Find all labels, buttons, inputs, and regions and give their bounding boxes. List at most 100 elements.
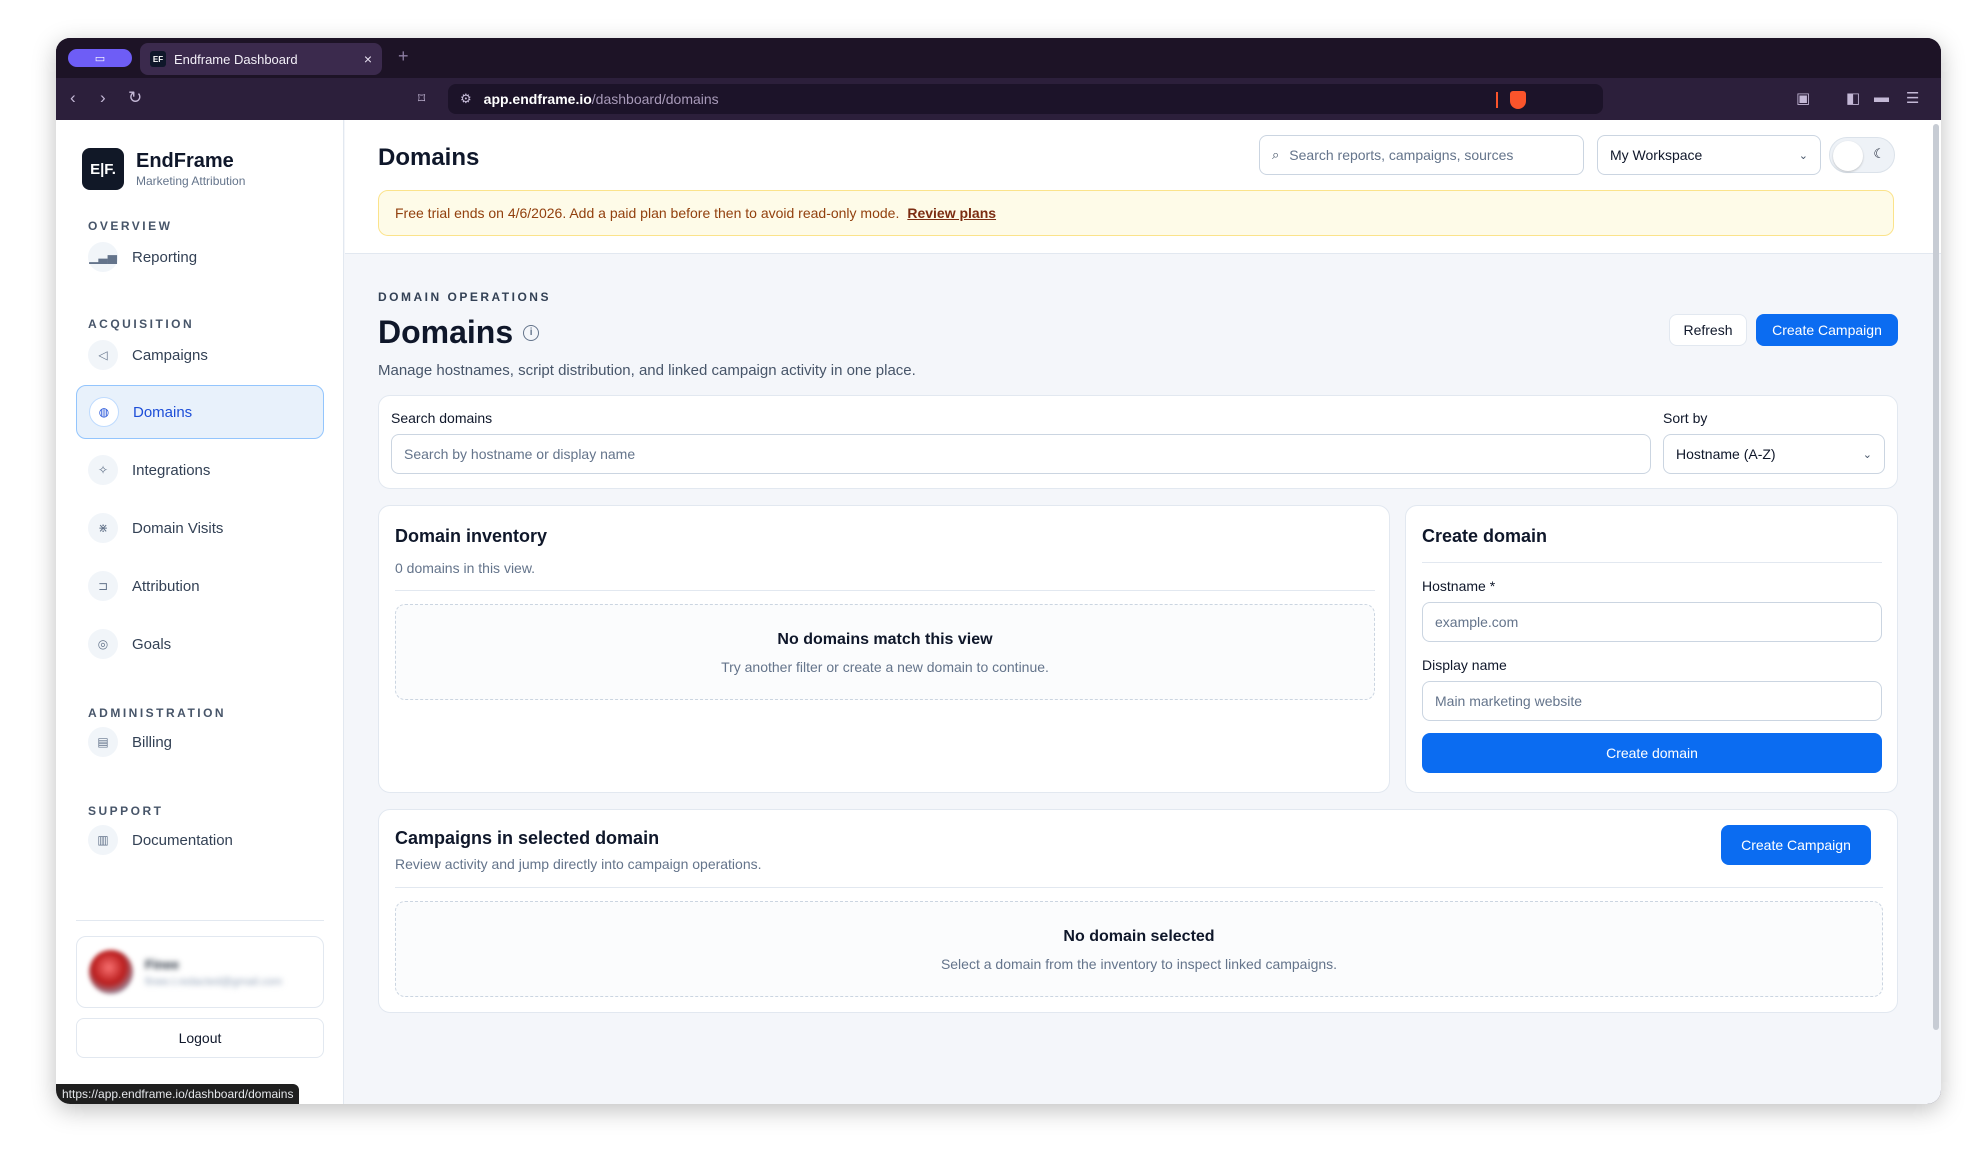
forward-icon[interactable]: › [100, 88, 106, 108]
create-domain-card: Create domain Hostname * example.com Dis… [1405, 505, 1898, 793]
inventory-divider [395, 590, 1375, 591]
sidebar-item-goals[interactable]: ◎ Goals [76, 617, 324, 671]
create-domain-divider [1422, 562, 1882, 563]
browser-tab[interactable]: EF Endframe Dashboard × [140, 43, 382, 75]
brave-shield-icon[interactable] [1510, 91, 1526, 109]
sidebar-item-reporting[interactable]: ▁▃▅ Reporting [76, 230, 324, 284]
sidebar-item-documentation[interactable]: ▥ Documentation [76, 813, 324, 867]
status-bar-url: https://app.endframe.io/dashboard/domain… [56, 1084, 300, 1104]
create-domain-button[interactable]: Create domain [1422, 733, 1882, 773]
back-icon[interactable]: ‹ [70, 88, 76, 108]
user-email: finee.t.redacted@gmail.com [145, 975, 283, 988]
review-plans-link[interactable]: Review plans [907, 205, 996, 221]
user-name: Finee [145, 956, 179, 972]
brand-name: EndFrame [136, 150, 234, 172]
sidebar-toggle-icon[interactable]: ◧ [1846, 89, 1860, 107]
toggle-knob [1833, 141, 1863, 171]
sort-by-label: Sort by [1663, 410, 1708, 426]
search-placeholder: Search reports, campaigns, sources [1289, 147, 1514, 163]
theme-toggle[interactable]: ☾ [1829, 137, 1895, 173]
url-divider [1496, 92, 1498, 108]
domain-inventory-card: Domain inventory 0 domains in this view.… [378, 505, 1390, 793]
wallet-icon[interactable]: ▬ [1874, 89, 1889, 106]
inventory-empty-subtitle: Try another filter or create a new domai… [721, 659, 1049, 675]
url-path: /dashboard/domains [591, 91, 719, 107]
main-description: Manage hostnames, script distribution, a… [378, 362, 916, 379]
tab-group-icon[interactable]: ▭ [68, 49, 132, 67]
sidebar-divider [76, 920, 324, 921]
sidebar-item-attribution[interactable]: ⊐ Attribution [76, 559, 324, 613]
plug-icon: ✧ [88, 455, 118, 485]
sidebar-item-domain-visits[interactable]: ⋇ Domain Visits [76, 501, 324, 555]
campaigns-empty-state: No domain selected Select a domain from … [395, 901, 1883, 997]
inventory-empty-title: No domains match this view [777, 631, 993, 648]
chevron-down-icon: ⌄ [1862, 448, 1872, 461]
hostname-input[interactable]: example.com [1422, 602, 1882, 642]
display-name-placeholder: Main marketing website [1435, 693, 1583, 709]
brand-subtitle: Marketing Attribution [136, 174, 246, 188]
campaigns-card: Campaigns in selected domain Review acti… [378, 809, 1898, 1013]
tab-close-icon[interactable]: × [364, 51, 372, 67]
sidebar-item-label: Integrations [132, 461, 211, 479]
favicon-icon: EF [150, 51, 166, 67]
display-name-input[interactable]: Main marketing website [1422, 681, 1882, 721]
logout-button[interactable]: Logout [76, 1018, 324, 1058]
screenshot-icon[interactable]: ▣ [1796, 89, 1810, 107]
global-search-input[interactable]: ⌕ Search reports, campaigns, sources [1259, 135, 1584, 175]
main-heading: Domains i [378, 314, 540, 351]
create-campaign-button[interactable]: Create Campaign [1756, 314, 1898, 346]
workspace-select[interactable]: My Workspace ⌄ [1597, 135, 1821, 175]
hostname-label: Hostname * [1422, 578, 1496, 594]
info-icon[interactable]: i [523, 324, 540, 341]
browser-toolbar: ‹ › ↻ ⌑ ⚙ app.endframe.io /dashboard/dom… [56, 78, 1941, 120]
new-tab-icon[interactable]: + [398, 46, 409, 67]
brand[interactable]: E|F. EndFrame Marketing Attribution [82, 148, 245, 190]
url-host: app.endframe.io [483, 91, 592, 107]
sidebar-item-campaigns[interactable]: ◁ Campaigns [76, 328, 324, 382]
megaphone-icon: ◁ [88, 340, 118, 370]
site-settings-icon[interactable]: ⚙ [460, 91, 472, 107]
globe-icon: ◍ [89, 397, 119, 427]
campaigns-divider [395, 887, 1883, 888]
domain-search-placeholder: Search by hostname or display name [404, 446, 636, 462]
sidebar-item-integrations[interactable]: ✧ Integrations [76, 443, 324, 497]
target-icon: ◎ [88, 629, 118, 659]
workspace-value: My Workspace [1610, 147, 1703, 163]
activity-icon: ⋇ [88, 513, 118, 543]
reload-icon[interactable]: ↻ [128, 88, 142, 108]
sort-value: Hostname (A-Z) [1676, 446, 1776, 462]
menu-icon[interactable]: ☰ [1906, 89, 1919, 107]
campaigns-empty-title: No domain selected [1063, 928, 1215, 945]
sidebar-item-label: Goals [132, 635, 172, 653]
page-viewport: E|F. EndFrame Marketing Attribution OVER… [56, 120, 1941, 1104]
page-scrollbar[interactable] [1933, 124, 1939, 1030]
bookmark-icon[interactable]: ⌑ [418, 90, 425, 107]
user-card[interactable]: Finee finee.t.redacted@gmail.com [76, 936, 324, 1008]
main-title-text: Domains [378, 314, 514, 350]
refresh-button[interactable]: Refresh [1669, 314, 1747, 346]
bar-chart-icon: ▁▃▅ [88, 242, 118, 272]
sidebar-item-billing[interactable]: ▤ Billing [76, 715, 324, 769]
campaigns-empty-subtitle: Select a domain from the inventory to in… [940, 956, 1338, 972]
hostname-placeholder: example.com [1435, 614, 1519, 630]
sidebar-item-domains[interactable]: ◍ Domains [76, 385, 324, 439]
campaigns-subtitle: Review activity and jump directly into c… [395, 856, 762, 872]
tab-title: Endframe Dashboard [174, 51, 298, 67]
inventory-empty-state: No domains match this view Try another f… [395, 604, 1375, 700]
address-bar[interactable]: ⚙ app.endframe.io /dashboard/domains [448, 84, 1603, 114]
moon-icon: ☾ [1873, 146, 1885, 161]
domain-search-input[interactable]: Search by hostname or display name [391, 434, 1651, 474]
sidebar-item-label: Documentation [132, 831, 233, 849]
sidebar-item-label: Domain Visits [132, 519, 224, 537]
avatar [89, 950, 133, 994]
campaigns-create-button[interactable]: Create Campaign [1721, 825, 1871, 865]
sidebar-item-label: Attribution [132, 577, 200, 595]
display-name-label: Display name [1422, 657, 1507, 673]
filter-card: Search domains Search by hostname or dis… [378, 395, 1898, 489]
page-title: Domains [378, 144, 480, 171]
sidebar-item-label: Reporting [132, 248, 198, 266]
search-domains-label: Search domains [391, 410, 493, 426]
eyebrow-label: DOMAIN OPERATIONS [378, 290, 551, 304]
inventory-title: Domain inventory [395, 526, 548, 546]
sort-select[interactable]: Hostname (A-Z) ⌄ [1663, 434, 1885, 474]
